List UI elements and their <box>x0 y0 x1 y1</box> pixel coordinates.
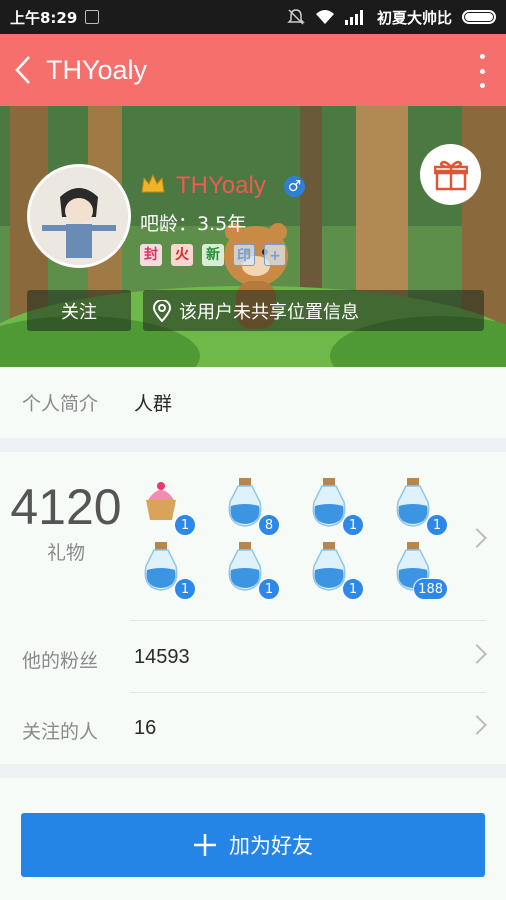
gift-label: 礼物 <box>46 542 85 564</box>
gift-bottle: 1 <box>136 540 196 600</box>
gift-count-badge: 1 <box>258 578 280 600</box>
gift-bottle: 8 <box>220 476 280 536</box>
gift-count-badge: 1 <box>426 514 448 536</box>
gift-cupcake: 1 <box>136 476 196 536</box>
add-friend-button[interactable]: 加为好友 <box>21 813 485 877</box>
gift-bottle: 1 <box>220 540 280 600</box>
gift-count-badge: 188 <box>413 578 448 600</box>
avatar[interactable] <box>27 164 131 268</box>
battery-icon <box>462 10 496 24</box>
more-options-icon[interactable] <box>480 54 486 88</box>
status-time: 上午8:29 <box>10 8 78 27</box>
gift-bottle: 188 <box>388 540 448 600</box>
following-count: 16 <box>134 717 157 739</box>
send-gift-button[interactable] <box>420 144 481 205</box>
divider <box>130 620 486 621</box>
badge-seal[interactable]: 封 <box>140 244 162 266</box>
signal-icon <box>344 10 363 25</box>
badge-new[interactable]: 新 <box>202 244 224 266</box>
location-info: 该用户未共享位置信息 <box>143 290 484 331</box>
fans-label: 他的粉丝 <box>22 650 99 672</box>
app-header: THYoaly <box>0 34 506 106</box>
badge-add[interactable]: + <box>264 244 286 266</box>
gift-bottle: 1 <box>304 476 364 536</box>
gift-count-badge: 1 <box>174 514 196 536</box>
chevron-right-icon <box>467 644 487 664</box>
intro-value: 人群 <box>134 393 173 415</box>
chevron-right-icon <box>467 528 487 548</box>
gift-count-badge: 8 <box>258 514 280 536</box>
gift-bottle: 1 <box>388 476 448 536</box>
gift-count-badge: 1 <box>342 578 364 600</box>
plus-icon <box>194 834 216 856</box>
intro-label: 个人简介 <box>22 393 99 415</box>
notification-icon <box>85 10 100 24</box>
male-icon: ♂ <box>284 176 305 197</box>
gift-count-badge: 1 <box>342 514 364 536</box>
page-title: THYoaly <box>46 54 148 85</box>
profile-banner: THYoaly ♂ 吧龄：3.5年 封 火 新 印 + 关注 该用户未共享位置信… <box>0 106 506 367</box>
back-icon[interactable] <box>0 34 46 106</box>
stats-card: 4120 礼物 1 8 1 1 1 1 1 188 他的粉丝 14593 关注的… <box>0 452 506 764</box>
gift-count-badge: 1 <box>174 578 196 600</box>
carrier-name: 初夏大帅比 <box>376 8 452 27</box>
badge-fire[interactable]: 火 <box>171 244 193 266</box>
gift-icon <box>433 160 468 190</box>
intro-row: 个人简介 人群 <box>0 367 506 438</box>
bottom-action-area: 加为好友 <box>0 778 506 900</box>
divider <box>130 692 486 693</box>
gift-bottle: 1 <box>304 540 364 600</box>
following-label: 关注的人 <box>22 721 99 743</box>
gift-count: 4120 <box>10 479 122 535</box>
follow-button[interactable]: 关注 <box>27 290 131 331</box>
fans-count: 14593 <box>134 646 190 668</box>
location-pin-icon <box>153 299 171 322</box>
badge-stamp[interactable]: 印 <box>233 244 255 266</box>
follow-label: 关注 <box>61 301 97 323</box>
add-friend-label: 加为好友 <box>229 834 313 858</box>
status-bar: 上午8:29 初夏大帅比 <box>0 0 506 34</box>
chevron-right-icon <box>467 715 487 735</box>
location-text: 该用户未共享位置信息 <box>179 301 359 323</box>
crown-icon <box>141 173 165 193</box>
mute-icon <box>287 9 305 25</box>
wifi-icon <box>315 10 334 24</box>
account-age: 吧龄：3.5年 <box>140 213 247 235</box>
username: THYoaly <box>176 172 266 199</box>
